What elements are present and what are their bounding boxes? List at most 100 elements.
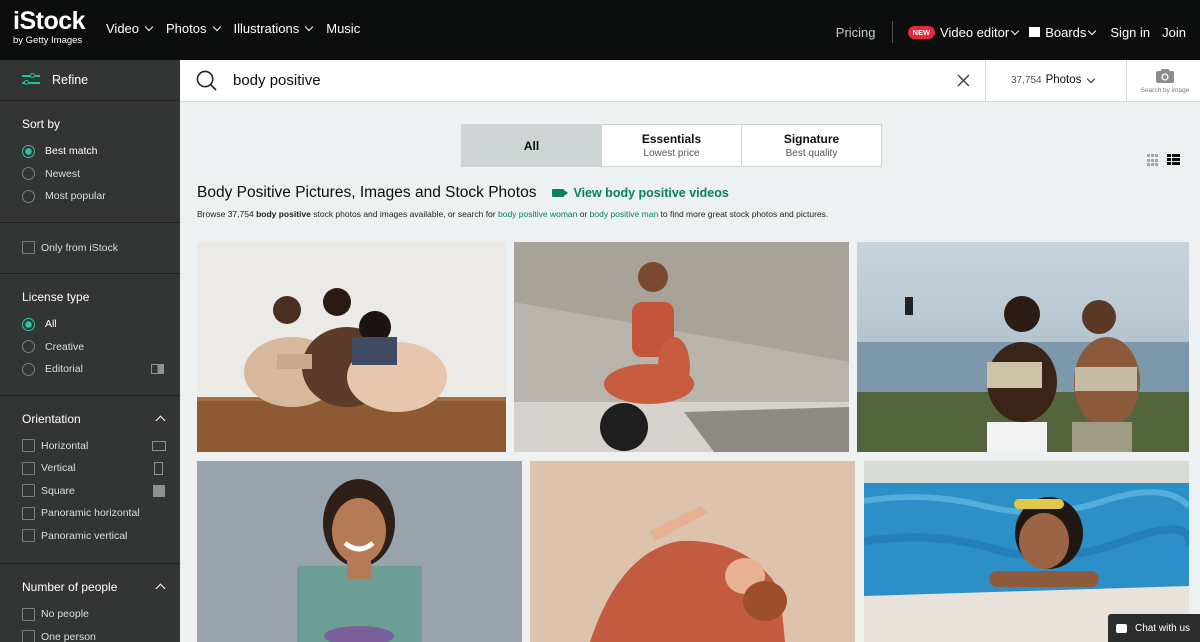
- tab-label: All: [523, 138, 540, 153]
- refine-header[interactable]: Refine: [0, 60, 180, 101]
- mosaic-view-icon[interactable]: [1167, 154, 1180, 167]
- pricing-link[interactable]: Pricing: [836, 25, 876, 40]
- search-divider: [985, 60, 986, 102]
- nav-music[interactable]: Music: [326, 21, 360, 36]
- boards-menu[interactable]: Boards: [1029, 24, 1097, 40]
- sort-option-newest[interactable]: Newest: [22, 163, 180, 186]
- chevron-down-icon: [1088, 26, 1097, 35]
- only-from-istock-filter[interactable]: Only from iStock: [22, 237, 180, 260]
- view-videos-label: View body positive videos: [573, 186, 729, 200]
- clear-icon[interactable]: [957, 74, 970, 87]
- chevron-down-icon: [1087, 74, 1096, 83]
- grid-view-icon[interactable]: [1147, 154, 1160, 167]
- checkbox[interactable]: [22, 506, 35, 520]
- people-option-label: No people: [41, 608, 89, 621]
- result-image[interactable]: [197, 461, 522, 642]
- checkbox[interactable]: [22, 630, 35, 642]
- chat-button[interactable]: Chat with us: [1108, 614, 1200, 642]
- sort-option-label: Newest: [45, 167, 81, 180]
- top-navigation: iStock by Getty Images Video Photos Illu…: [0, 0, 1200, 60]
- radio[interactable]: [22, 189, 35, 203]
- radio[interactable]: [22, 340, 35, 354]
- checkbox[interactable]: [22, 461, 35, 475]
- results-description: Browse 37,754 body positive stock photos…: [197, 209, 828, 219]
- filter-sidebar: Refine Sort by Best match Newest Most po…: [0, 60, 180, 642]
- page-title: Body Positive Pictures, Images and Stock…: [197, 184, 537, 201]
- result-image[interactable]: [857, 242, 1189, 452]
- boards-label: Boards: [1045, 24, 1087, 40]
- license-option-editorial[interactable]: Editorial: [22, 358, 180, 381]
- video-editor-menu[interactable]: NEW Video editor: [907, 24, 1020, 40]
- nav-illustrations-label: Illustrations: [233, 21, 300, 36]
- nav-video[interactable]: Video: [106, 21, 154, 36]
- new-badge: NEW: [907, 25, 936, 39]
- search-divider: [1126, 60, 1127, 102]
- sign-in-link[interactable]: Sign in: [1110, 25, 1150, 40]
- people-option-one[interactable]: One person: [22, 626, 180, 642]
- desc-text: stock photos and images available, or se…: [310, 209, 498, 219]
- logo-text: iStock: [13, 7, 86, 35]
- radio[interactable]: [22, 167, 35, 181]
- nav-photos[interactable]: Photos: [166, 21, 221, 36]
- orientation-panoramic-vertical[interactable]: Panoramic vertical: [22, 525, 180, 548]
- nav-divider: [891, 21, 893, 43]
- related-search-link[interactable]: body positive man: [590, 209, 659, 219]
- checkbox[interactable]: [22, 529, 35, 543]
- result-image[interactable]: [197, 242, 506, 452]
- view-videos-link[interactable]: View body positive videos: [552, 186, 729, 200]
- license-type-title: License type: [22, 290, 90, 304]
- license-option-creative[interactable]: Creative: [22, 336, 180, 359]
- desc-term: body positive: [256, 209, 311, 219]
- only-from-istock-label: Only from iStock: [41, 241, 119, 254]
- media-type-label: Photos: [1045, 74, 1082, 86]
- tab-label: Signature: [783, 132, 840, 146]
- radio-selected[interactable]: [22, 317, 35, 331]
- result-image[interactable]: [514, 242, 849, 452]
- related-search-link[interactable]: body positive woman: [498, 209, 577, 219]
- search-input[interactable]: body positive: [233, 72, 321, 89]
- desc-text: Browse 37,754: [197, 209, 257, 219]
- orientation-panoramic-horizontal[interactable]: Panoramic horizontal: [22, 502, 180, 525]
- orientation-vertical[interactable]: Vertical: [22, 457, 180, 480]
- video-camera-icon: [552, 189, 569, 197]
- media-type-dropdown[interactable]: 37,754 Photos: [1011, 74, 1096, 86]
- result-image[interactable]: [530, 461, 855, 642]
- people-option-none[interactable]: No people: [22, 603, 180, 626]
- license-option-label: Creative: [45, 340, 85, 353]
- orientation-label: Panoramic vertical: [41, 529, 128, 542]
- refine-label: Refine: [52, 73, 89, 87]
- main-nav: Video Photos Illustrations Music: [106, 21, 360, 36]
- sort-option-best-match[interactable]: Best match: [22, 140, 180, 163]
- checkbox[interactable]: [22, 484, 35, 498]
- chevron-down-icon: [1010, 26, 1020, 35]
- tab-sublabel: Lowest price: [643, 148, 700, 159]
- chat-icon: [1116, 623, 1127, 633]
- checkbox[interactable]: [22, 241, 35, 255]
- istock-logo[interactable]: iStock by Getty Images: [13, 7, 86, 47]
- camera-icon: [1156, 69, 1174, 83]
- chevron-down-icon: [212, 22, 221, 32]
- orientation-label: Vertical: [41, 462, 76, 475]
- tab-essentials[interactable]: Essentials Lowest price: [602, 125, 742, 166]
- checkbox[interactable]: [22, 439, 35, 453]
- search-icon[interactable]: [196, 70, 217, 91]
- orientation-horizontal[interactable]: Horizontal: [22, 435, 180, 458]
- nav-illustrations[interactable]: Illustrations: [233, 21, 314, 36]
- sort-by-section: Sort by Best match Newest Most popular: [0, 101, 180, 223]
- view-toggle: [1147, 154, 1180, 167]
- join-link[interactable]: Join: [1162, 25, 1186, 40]
- orientation-square[interactable]: Square: [22, 480, 180, 503]
- chevron-down-icon: [305, 22, 314, 32]
- tab-signature[interactable]: Signature Best quality: [742, 125, 881, 166]
- search-by-image-button[interactable]: Search by image: [1135, 68, 1195, 94]
- tab-all[interactable]: All: [462, 125, 602, 166]
- license-option-all[interactable]: All: [22, 313, 180, 336]
- sort-by-title: Sort by: [22, 117, 61, 131]
- radio-selected[interactable]: [22, 144, 35, 158]
- search-by-image-label: Search by image: [1140, 87, 1190, 94]
- chat-label: Chat with us: [1135, 622, 1191, 634]
- checkbox[interactable]: [22, 607, 35, 621]
- sort-option-most-popular[interactable]: Most popular: [22, 185, 180, 208]
- video-editor-label: Video editor: [940, 24, 1010, 40]
- radio[interactable]: [22, 362, 35, 376]
